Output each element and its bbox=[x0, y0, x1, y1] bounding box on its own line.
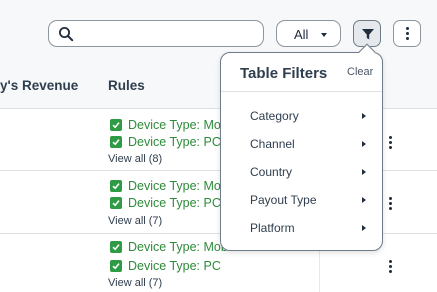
search-icon bbox=[59, 27, 74, 42]
view-all-link[interactable]: View all (7) bbox=[108, 277, 162, 289]
row-actions-icon[interactable] bbox=[388, 197, 392, 210]
scope-select[interactable]: All bbox=[276, 20, 341, 47]
filter-icon bbox=[362, 29, 374, 40]
filter-item-label: Channel bbox=[250, 137, 295, 151]
rule-text: Device Type: PC bbox=[128, 259, 221, 273]
search-input[interactable] bbox=[48, 20, 264, 47]
filter-item-category[interactable]: Category bbox=[221, 105, 382, 127]
chevron-right-icon bbox=[362, 141, 366, 147]
filter-item-label: Category bbox=[250, 109, 299, 123]
filter-item-label: Platform bbox=[250, 221, 295, 235]
chevron-right-icon bbox=[362, 197, 366, 203]
rule-text: Device Type: PC bbox=[128, 135, 221, 149]
rule-text: Device Type: PC bbox=[128, 196, 221, 210]
checkbox-checked-icon bbox=[110, 260, 122, 272]
rule-text: Device Type: Mobi bbox=[128, 118, 231, 132]
filter-item-label: Country bbox=[250, 165, 293, 179]
popover-title: Table Filters bbox=[240, 65, 328, 82]
rule-text: Device Type: Mobi bbox=[128, 179, 231, 193]
more-options-button[interactable] bbox=[393, 20, 421, 47]
checkbox-checked-icon bbox=[110, 180, 122, 192]
table-filters-popover: Table Filters Clear Category Channel Cou… bbox=[220, 52, 383, 251]
row-actions-icon[interactable] bbox=[388, 260, 392, 273]
chevron-down-icon bbox=[321, 33, 327, 37]
filter-item-platform[interactable]: Platform bbox=[221, 217, 382, 239]
filter-item-payout-type[interactable]: Payout Type bbox=[221, 189, 382, 211]
chevron-right-icon bbox=[362, 169, 366, 175]
checkbox-checked-icon bbox=[110, 197, 122, 209]
checkbox-checked-icon bbox=[110, 136, 122, 148]
column-header-revenue[interactable]: y's Revenue bbox=[0, 78, 78, 93]
view-all-link[interactable]: View all (8) bbox=[108, 153, 162, 165]
checkbox-checked-icon bbox=[110, 119, 122, 131]
filter-item-label: Payout Type bbox=[250, 193, 317, 207]
view-all-link[interactable]: View all (7) bbox=[108, 215, 162, 227]
filter-item-country[interactable]: Country bbox=[221, 161, 382, 183]
chevron-right-icon bbox=[362, 225, 366, 231]
more-vertical-icon bbox=[405, 27, 409, 40]
rule-text: Device Type: Mobi bbox=[128, 240, 231, 254]
checkbox-checked-icon bbox=[110, 241, 122, 253]
column-header-rules[interactable]: Rules bbox=[108, 78, 145, 93]
row-actions-icon[interactable] bbox=[388, 136, 392, 149]
clear-filters-button[interactable]: Clear bbox=[347, 66, 373, 78]
scope-select-value: All bbox=[294, 27, 309, 42]
divider bbox=[221, 91, 382, 92]
filter-item-channel[interactable]: Channel bbox=[221, 133, 382, 155]
chevron-right-icon bbox=[362, 113, 366, 119]
